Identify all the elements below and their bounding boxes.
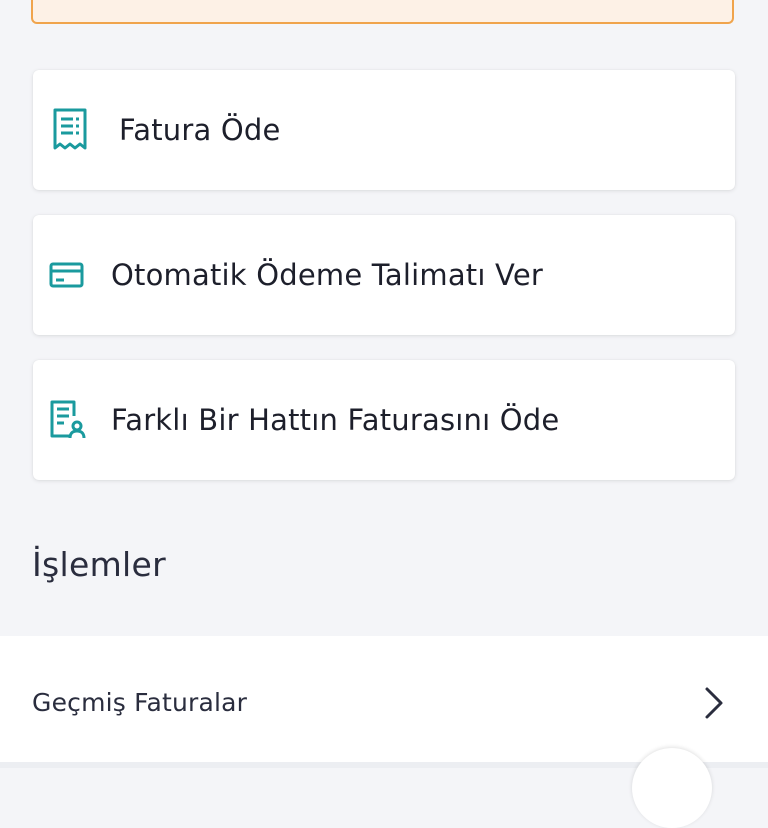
floating-action-bubble[interactable] [632, 748, 712, 828]
receipt-icon [53, 108, 89, 152]
past-bills-row[interactable]: Geçmiş Faturalar [0, 636, 768, 768]
auto-payment-label: Otomatik Ödeme Talimatı Ver [111, 258, 544, 292]
pay-bill-label: Fatura Öde [119, 113, 281, 147]
past-bills-label: Geçmiş Faturalar [32, 688, 248, 717]
auto-payment-button[interactable]: Otomatik Ödeme Talimatı Ver [33, 215, 735, 335]
chevron-right-icon [702, 686, 726, 720]
transactions-list: Geçmiş Faturalar [0, 636, 768, 768]
pay-bill-button[interactable]: Fatura Öde [33, 70, 735, 190]
pay-other-line-button[interactable]: Farklı Bir Hattın Faturasını Öde [33, 360, 735, 480]
pay-other-line-label: Farklı Bir Hattın Faturasını Öde [111, 403, 560, 437]
section-title: İşlemler [32, 545, 166, 584]
notice-banner [31, 0, 734, 24]
receipt-person-icon [50, 400, 86, 440]
credit-card-icon [49, 261, 85, 289]
